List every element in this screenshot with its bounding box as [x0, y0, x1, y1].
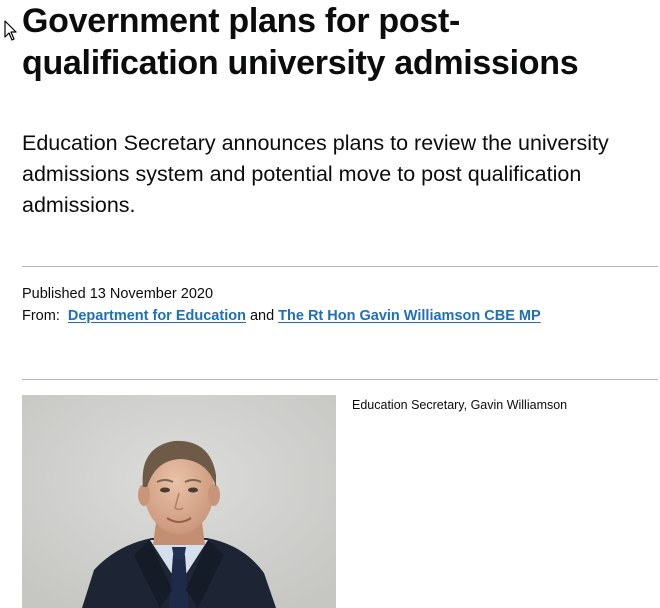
mouse-cursor-icon — [4, 20, 17, 41]
org-link-gavin-williamson[interactable]: The Rt Hon Gavin Williamson CBE MP — [278, 308, 541, 324]
from-label: From: — [22, 308, 60, 324]
published-metadata: Published 13 November 2020 — [22, 284, 658, 304]
published-label: Published — [22, 286, 86, 302]
divider — [22, 266, 658, 267]
lead-image — [22, 395, 336, 608]
org-conjunction: and — [249, 308, 275, 324]
article-summary: Education Secretary announces plans to r… — [22, 131, 609, 217]
divider — [22, 379, 658, 380]
from-metadata: From: Department for Education and The Rt … — [22, 306, 658, 326]
page-title: Government plans for post-qualification … — [22, 2, 579, 82]
published-date: 13 November 2020 — [89, 286, 214, 302]
page: Government plans for post-qualification … — [0, 0, 660, 608]
image-caption: Education Secretary, Gavin Williamson — [352, 398, 568, 412]
org-link-department-for-education[interactable]: Department for Education — [68, 308, 246, 324]
portrait-photo — [22, 395, 336, 608]
